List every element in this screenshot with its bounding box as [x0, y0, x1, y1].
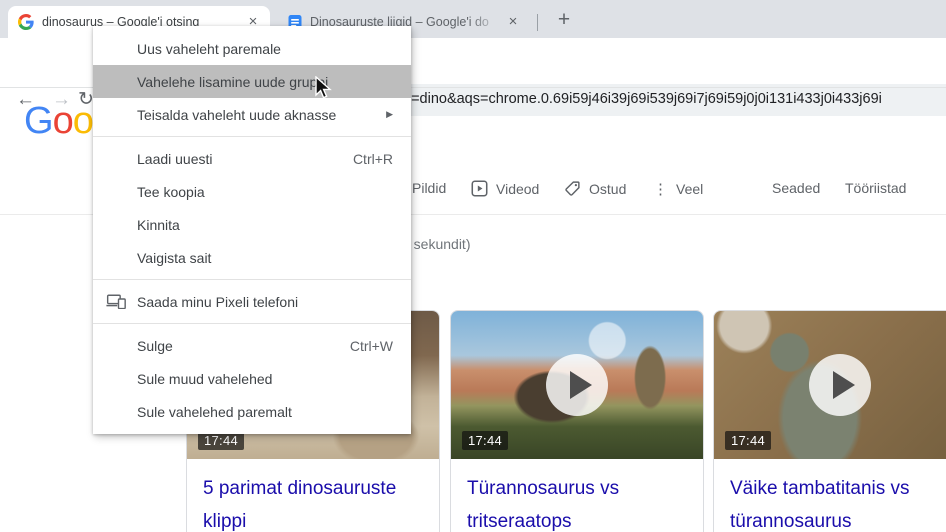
url-text: q=dino&aqs=chrome.0.69i59j46i39j69i539j6…: [403, 91, 882, 107]
browser-window: dinosaurus – Google'i otsing × Dinosauru…: [0, 0, 946, 532]
google-g-icon: [18, 14, 34, 30]
nav-tab-pildid[interactable]: Pildid: [412, 180, 446, 196]
nav-label: Seaded: [772, 180, 820, 196]
nav-seaded[interactable]: Seaded: [772, 180, 820, 196]
play-button-icon[interactable]: [546, 354, 608, 416]
new-tab-button[interactable]: +: [550, 7, 578, 35]
nav-label: Ostud: [589, 181, 626, 197]
nav-tooriistad[interactable]: Tööriistad: [845, 180, 906, 196]
video-thumbnail[interactable]: 17:44: [714, 311, 946, 459]
menu-item-new-tab-right[interactable]: Uus vaheleht paremale: [93, 32, 411, 65]
video-title-link[interactable]: Türannosaurus vs tritseraatops: [467, 472, 687, 532]
tab-divider: [537, 14, 538, 31]
logo-letter: G: [24, 100, 53, 142]
menu-label: Teisalda vaheleht uude aknasse: [137, 107, 336, 123]
menu-shortcut: Ctrl+W: [350, 338, 393, 354]
laptop-phone-icon: [106, 294, 126, 312]
menu-item-reload[interactable]: Laadi uuesti Ctrl+R: [93, 142, 411, 175]
nav-label: Videod: [496, 181, 539, 197]
logo-letter: o: [53, 100, 73, 142]
menu-label: Tee koopia: [137, 184, 205, 200]
tag-icon: [564, 180, 581, 197]
video-duration: 17:44: [725, 431, 771, 450]
play-triangle-icon: [833, 371, 855, 399]
menu-item-close-other-tabs[interactable]: Sule muud vahelehed: [93, 362, 411, 395]
close-icon[interactable]: ×: [504, 13, 522, 31]
menu-item-send-to-pixel[interactable]: Saada minu Pixeli telefoni: [93, 285, 411, 318]
menu-shortcut: Ctrl+R: [353, 151, 393, 167]
video-title-link[interactable]: Väike tambatitanis vs türannosaurus: [730, 472, 946, 532]
menu-label: Vahelehe lisamine uude gruppi: [137, 74, 328, 90]
menu-separator: [93, 279, 411, 280]
menu-label: Uus vaheleht paremale: [137, 41, 281, 57]
nav-tab-videod[interactable]: Videod: [471, 180, 539, 197]
mouse-cursor-icon: [312, 76, 332, 105]
result-stats: 1 sekundit): [402, 236, 470, 252]
nav-label: Pildid: [412, 180, 446, 196]
menu-label: Kinnita: [137, 217, 180, 233]
play-triangle-icon: [570, 371, 592, 399]
logo-letter: o: [73, 100, 93, 142]
menu-label: Sule muud vahelehed: [137, 371, 272, 387]
menu-label: Saada minu Pixeli telefoni: [137, 294, 298, 310]
menu-label: Sule vahelehed paremalt: [137, 404, 292, 420]
menu-item-mute-site[interactable]: Vaigista sait: [93, 241, 411, 274]
menu-label: Laadi uuesti: [137, 151, 213, 167]
menu-label: Sulge: [137, 338, 173, 354]
menu-item-close[interactable]: Sulge Ctrl+W: [93, 329, 411, 362]
video-card[interactable]: 17:44 Türannosaurus vs tritseraatops: [450, 310, 704, 532]
menu-separator: [93, 323, 411, 324]
video-duration: 17:44: [462, 431, 508, 450]
menu-item-pin[interactable]: Kinnita: [93, 208, 411, 241]
tab-context-menu: Uus vaheleht paremale Vahelehe lisamine …: [93, 26, 411, 434]
menu-label: Vaigista sait: [137, 250, 211, 266]
submenu-arrow-icon: ▶: [386, 109, 393, 120]
more-vertical-icon: ⋮: [653, 180, 668, 198]
menu-item-move-tab-to-window[interactable]: Teisalda vaheleht uude aknasse ▶: [93, 98, 411, 131]
menu-item-add-tab-to-group[interactable]: Vahelehe lisamine uude gruppi: [93, 65, 411, 98]
play-button-icon[interactable]: [809, 354, 871, 416]
menu-item-duplicate[interactable]: Tee koopia: [93, 175, 411, 208]
menu-item-close-tabs-right[interactable]: Sule vahelehed paremalt: [93, 395, 411, 428]
nav-label: Tööriistad: [845, 180, 906, 196]
play-video-icon: [471, 180, 488, 197]
menu-separator: [93, 136, 411, 137]
nav-tab-veel[interactable]: ⋮ Veel: [653, 180, 703, 198]
video-card[interactable]: 17:44 Väike tambatitanis vs türannosauru…: [713, 310, 946, 532]
video-thumbnail[interactable]: 17:44: [451, 311, 703, 459]
video-title-link[interactable]: 5 parimat dinosauruste klippi: [203, 472, 423, 532]
nav-label: Veel: [676, 181, 703, 197]
nav-tab-ostud[interactable]: Ostud: [564, 180, 626, 197]
